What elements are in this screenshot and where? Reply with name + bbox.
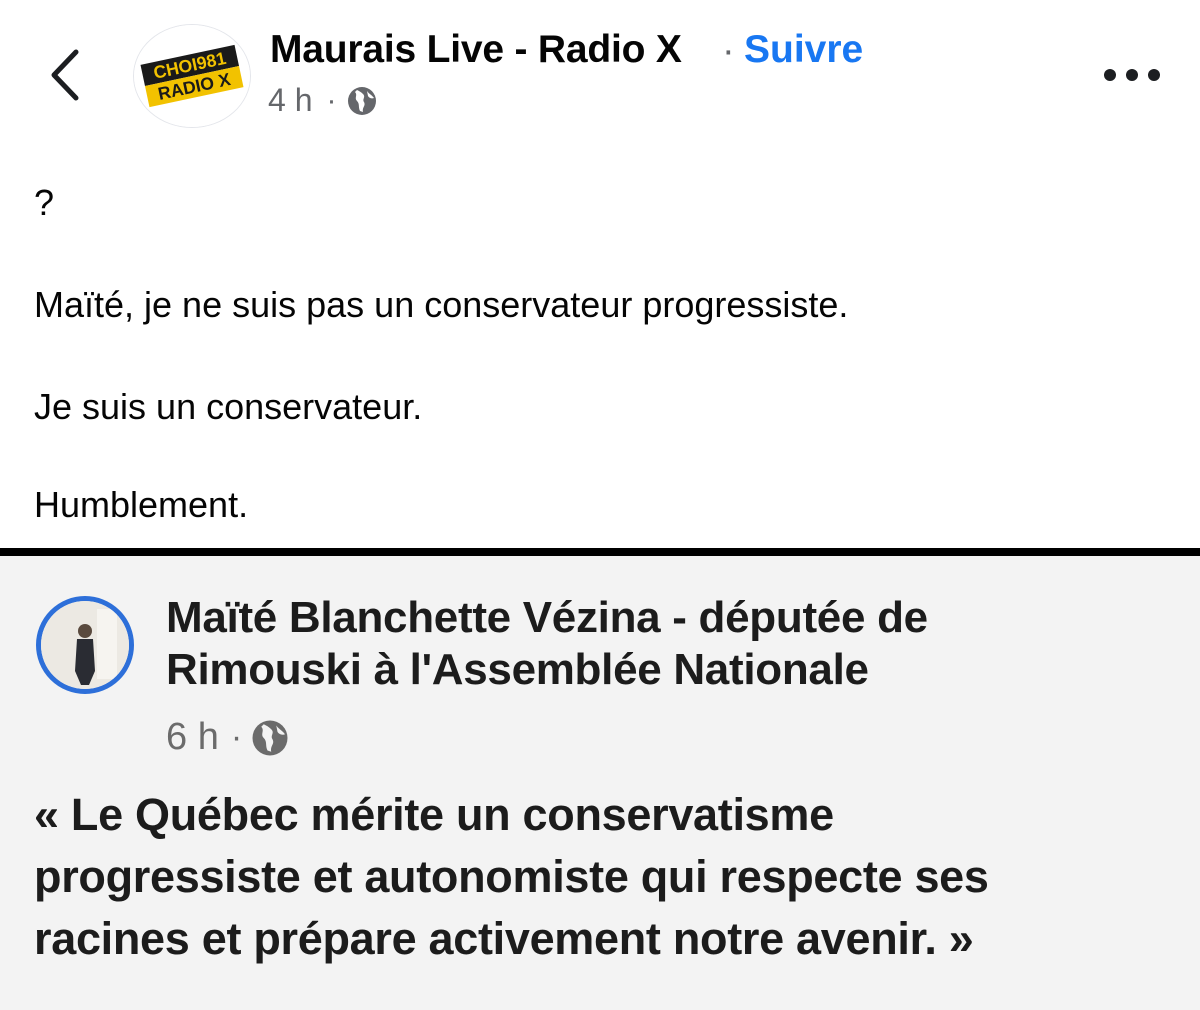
author-name-line: Rimouski à l'Assemblée Nationale bbox=[166, 645, 869, 694]
post-text-line: Maïté, je ne suis pas un conservateur pr… bbox=[34, 284, 849, 325]
back-button[interactable] bbox=[38, 40, 90, 110]
quoted-text-line: progressiste et autonomiste qui respecte… bbox=[34, 851, 989, 902]
author-name: Maïté Blanchette Vézina - députée de Rim… bbox=[166, 592, 928, 696]
meta-separator: · bbox=[326, 83, 337, 117]
divider bbox=[0, 548, 1200, 556]
more-options-icon bbox=[1104, 69, 1116, 81]
chevron-left-icon bbox=[51, 49, 79, 101]
author-photo bbox=[41, 601, 129, 689]
shared-post-timestamp: 6 h bbox=[166, 716, 219, 758]
shared-screenshot: Maïté Blanchette Vézina - députée de Rim… bbox=[0, 556, 1200, 1010]
meta-separator: · bbox=[230, 718, 243, 756]
title-separator: · bbox=[722, 30, 735, 72]
post-text-line: ? bbox=[34, 182, 55, 223]
radio-x-logo: CHOI981 RADIO X bbox=[134, 25, 250, 127]
more-options-icon-dot bbox=[1148, 69, 1160, 81]
author-name-line: Maïté Blanchette Vézina - députée de bbox=[166, 593, 928, 642]
globe-icon bbox=[346, 85, 378, 117]
follow-button[interactable]: Suivre bbox=[744, 28, 863, 72]
page-name-link[interactable]: Maurais Live - Radio X bbox=[270, 28, 682, 72]
quoted-text-line: racines et prépare activement notre aven… bbox=[34, 913, 974, 964]
author-avatar bbox=[36, 596, 134, 694]
post-card: CHOI981 RADIO X Maurais Live - Radio X ·… bbox=[0, 0, 1200, 548]
post-timestamp[interactable]: 4 h bbox=[268, 82, 312, 119]
shared-post-meta: 6 h · bbox=[166, 716, 290, 759]
globe-icon bbox=[250, 718, 290, 758]
more-options-icon-dot bbox=[1126, 69, 1138, 81]
more-options-button[interactable] bbox=[1104, 64, 1164, 88]
quoted-text: « Le Québec mérite un conservatisme prog… bbox=[34, 784, 989, 970]
post-text-line: Je suis un conservateur. bbox=[34, 386, 423, 427]
post-text-line: Humblement. bbox=[34, 484, 249, 525]
post-meta: 4 h · bbox=[268, 82, 378, 119]
page-avatar[interactable]: CHOI981 RADIO X bbox=[133, 24, 251, 128]
quoted-text-line: « Le Québec mérite un conservatisme bbox=[34, 789, 834, 840]
